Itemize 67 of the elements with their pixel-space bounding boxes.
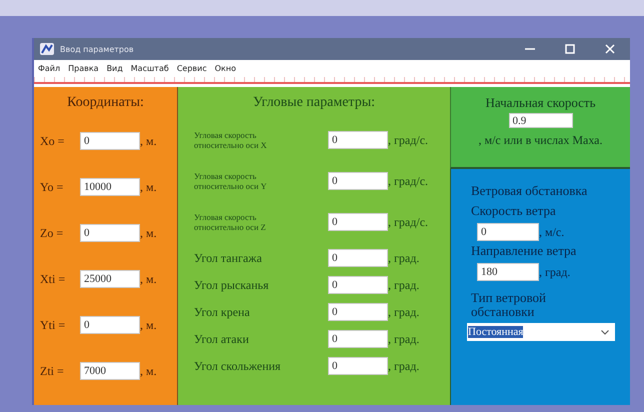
input-field[interactable]: 0 <box>328 172 388 190</box>
input-field[interactable]: 0 <box>328 276 388 294</box>
unit-label: , м. <box>140 364 157 378</box>
field-label: Xti = <box>40 272 66 286</box>
window-title: Ввод параметров <box>60 44 134 54</box>
field-label: Угловая скорость относительно оси Y <box>194 171 268 191</box>
input-field[interactable]: 0 <box>328 213 388 231</box>
input-field[interactable]: 0 <box>80 132 140 150</box>
field-label: Угол крена <box>194 304 251 320</box>
field-label: Угол тангажа <box>194 250 263 266</box>
panel-title: Начальная скорость <box>485 95 596 111</box>
close-icon <box>605 44 615 54</box>
menu-item[interactable]: Вид <box>106 64 123 73</box>
caret-icon <box>601 330 609 334</box>
app-icon <box>40 43 54 55</box>
unit-label: , град. <box>388 332 420 346</box>
unit-label: , м. <box>140 134 157 148</box>
field-label: Угловая скорость относительно оси X <box>194 130 268 150</box>
unit-label: , м/с или в числах Маха. <box>478 133 602 148</box>
input-field[interactable]: 0 <box>80 224 140 242</box>
unit-label: , м. <box>140 180 157 194</box>
input-field[interactable]: 10000 <box>80 178 140 196</box>
input-field[interactable]: 0 <box>80 316 140 334</box>
field-label: Угол атаки <box>194 332 250 346</box>
maximize-icon <box>565 44 575 54</box>
panel-title: Координаты: <box>66 95 145 111</box>
unit-label: , м. <box>140 226 157 240</box>
panel-title: Угловые параметры: <box>252 95 376 111</box>
field-label: Тип ветровой обстановки <box>471 291 547 319</box>
field-label: Xo = <box>40 134 66 148</box>
field-label: Yo = <box>40 180 64 194</box>
input-field[interactable]: 0.9 <box>508 113 572 128</box>
field-label: Скорость ветра <box>471 203 557 219</box>
input-field[interactable]: 0 <box>328 249 388 267</box>
input-field[interactable]: 0 <box>328 357 388 375</box>
unit-label: , град. <box>539 264 570 280</box>
field-label: Угол рысканья <box>194 278 270 292</box>
menu-item[interactable]: Сервис <box>176 64 207 73</box>
unit-label: , град. <box>388 358 420 374</box>
unit-label: , град. <box>388 250 420 266</box>
input-field[interactable]: 0 <box>328 330 388 348</box>
field-label: Yti = <box>40 318 66 332</box>
input-field[interactable]: 25000 <box>80 270 140 288</box>
field-label: Zti = <box>40 364 65 378</box>
dropdown[interactable]: Постоянная <box>467 323 615 341</box>
input-field[interactable]: 180 <box>477 263 539 281</box>
menu-item[interactable]: Файл <box>38 64 60 73</box>
field-label: Угол скольжения <box>194 358 282 374</box>
unit-label: , град/с. <box>388 132 428 148</box>
unit-label: , м. <box>140 272 157 286</box>
menu-item[interactable]: Правка <box>68 64 99 73</box>
input-field[interactable]: 0 <box>328 303 388 321</box>
unit-label: , град/с. <box>388 174 428 188</box>
unit-label: , м. <box>140 318 157 332</box>
input-field[interactable]: 0 <box>328 131 388 149</box>
field-label: Угловая скорость относительно оси Z <box>194 212 267 232</box>
field-label: Zo = <box>40 226 64 240</box>
menu-item[interactable]: Окно <box>214 64 236 73</box>
unit-label: , град. <box>388 278 420 292</box>
unit-label: , град/с. <box>388 214 428 230</box>
input-field[interactable]: 7000 <box>80 362 140 380</box>
unit-label: , м/с. <box>539 224 564 240</box>
unit-label: , град. <box>388 304 420 320</box>
menu-item[interactable]: Масштаб <box>130 64 169 73</box>
input-field[interactable]: 0 <box>477 223 539 241</box>
panel-title: Ветровая обстановка <box>471 183 588 199</box>
field-label: Направление ветра <box>471 243 578 259</box>
